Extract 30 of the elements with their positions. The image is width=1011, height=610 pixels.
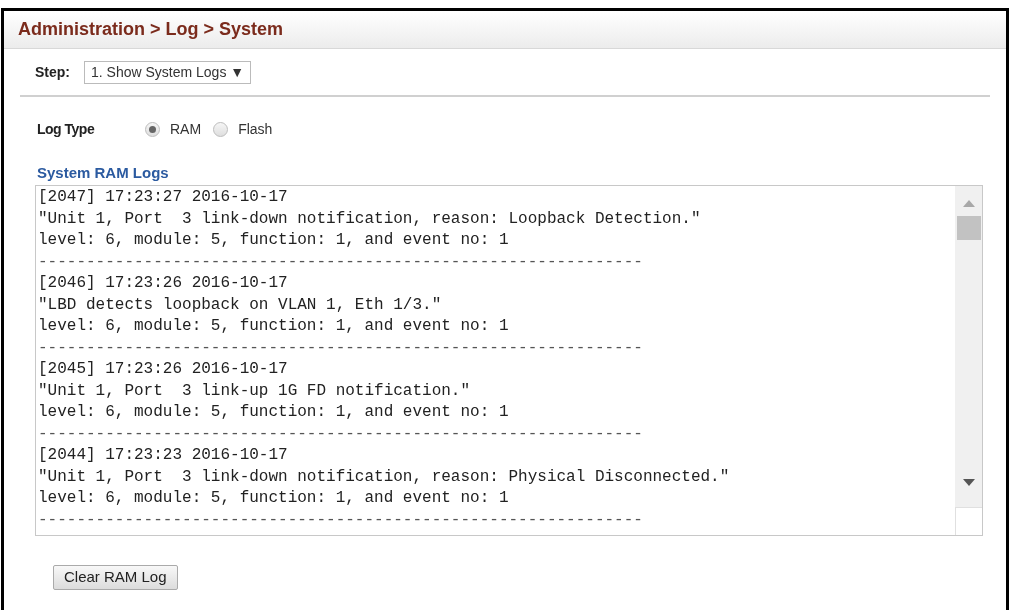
log-entry-header: [2046] 17:23:26 2016-10-17	[38, 273, 289, 294]
radio-label: RAM	[170, 119, 202, 139]
log-message: "LBD detects loopback on VLAN 1, Eth 1/3."	[38, 294, 443, 316]
breadcrumb-title: Administration > Log > System	[18, 18, 284, 41]
radio-button[interactable]	[213, 121, 229, 137]
scroll-up-icon[interactable]	[962, 200, 975, 207]
step-label: Step:	[35, 62, 70, 82]
log-separator: ---------------------------------------------------------------	[38, 251, 644, 273]
log-details: level: 6, module: 5, function: 1, and event no: 1	[38, 230, 510, 251]
log-separator: ---------------------------------------------------------------	[38, 423, 644, 445]
log-separator: ---------------------------------------------------------------	[38, 337, 644, 359]
log-details: level: 6, module: 5, function: 1, and event no: 1	[38, 488, 510, 509]
log-separator: ---------------------------------------------------------------	[38, 509, 644, 531]
log-details: level: 6, module: 5, function: 1, and event no: 1	[38, 316, 510, 337]
radio-label: Flash	[238, 119, 273, 139]
scroll-thumb[interactable]	[956, 216, 981, 240]
radio-button[interactable]	[145, 121, 160, 137]
step-dropdown[interactable]: 1. Show System Logs ▼	[84, 60, 252, 84]
log-entry-header: [2044] 17:23:23 2016-10-17	[38, 445, 289, 466]
log-entry-header: [2045] 17:23:26 2016-10-17	[38, 359, 289, 380]
log-message: "Unit 1, Port 3 link-up 1G FD notification."	[38, 380, 472, 402]
log-message: "Unit 1, Port 3 link-down notification, reason: Loopback Detection."	[38, 208, 702, 230]
clear-log-button[interactable]: Clear RAM Log	[53, 565, 178, 590]
log-message: "Unit 1, Port 3 link-down notification, reason: Physical Disconnected."	[38, 466, 731, 488]
scrollbar[interactable]	[955, 186, 982, 535]
log-entry-header: [2047] 17:23:27 2016-10-17	[38, 187, 289, 208]
log-type-label: Log Type	[37, 119, 96, 139]
section-title: System RAM Logs	[36, 163, 170, 183]
log-details: level: 6, module: 5, function: 1, and event no: 1	[38, 402, 510, 423]
scroll-down-icon[interactable]	[962, 479, 975, 486]
